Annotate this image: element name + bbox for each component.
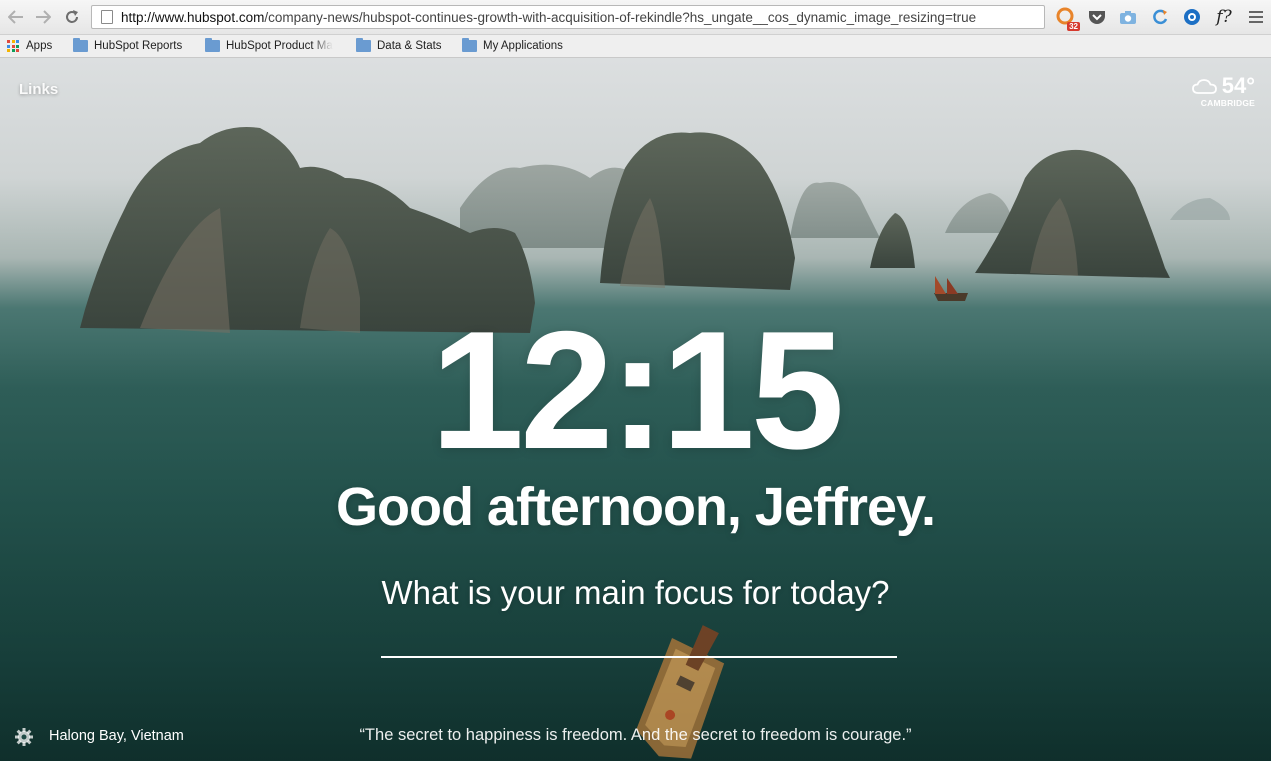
sync-button[interactable]	[1150, 7, 1170, 27]
hamburger-menu-icon	[1249, 11, 1263, 23]
page-icon	[101, 10, 113, 24]
browser-toolbar: http://www.hubspot.com/company-news/hubs…	[0, 0, 1271, 35]
bookmark-my-applications[interactable]: My Applications	[462, 38, 563, 54]
bookmark-label: Apps	[26, 40, 53, 52]
folder-icon	[356, 38, 371, 52]
daily-quote: “The secret to happiness is freedom. And…	[359, 726, 912, 744]
folder-icon	[462, 38, 477, 52]
apps-grid-icon	[7, 40, 19, 52]
bookmarks-bar: Apps HubSpot Reports HubSpot Product Ma …	[0, 35, 1271, 58]
function-extension-button[interactable]: f?	[1214, 7, 1234, 27]
globe-button[interactable]	[1182, 7, 1202, 27]
bookmark-label: HubSpot Product Ma	[226, 40, 333, 52]
focus-input[interactable]	[381, 618, 897, 658]
bookmark-label: My Applications	[483, 40, 563, 52]
weather-temperature: 54°	[1221, 73, 1255, 98]
bookmark-data-stats[interactable]: Data & Stats	[356, 38, 442, 54]
folder-icon	[205, 38, 220, 52]
extension-badge-count: 32	[1067, 22, 1080, 31]
folder-icon	[73, 38, 88, 52]
bookmark-label: HubSpot Reports	[94, 40, 183, 52]
sync-icon	[1153, 9, 1168, 25]
bookmark-hubspot-reports[interactable]: HubSpot Reports	[73, 38, 182, 54]
forward-button[interactable]	[33, 7, 53, 27]
clock-time: 12:15	[430, 296, 845, 484]
extension-badge-button[interactable]: 32	[1056, 7, 1080, 31]
camera-icon	[1120, 10, 1136, 24]
back-arrow-icon	[8, 10, 23, 24]
address-bar[interactable]: http://www.hubspot.com/company-news/hubs…	[91, 5, 1045, 29]
bookmark-hubspot-product[interactable]: HubSpot Product Ma	[205, 38, 339, 54]
reload-button[interactable]	[62, 7, 82, 27]
greeting-text: Good afternoon, Jeffrey.	[335, 477, 936, 537]
forward-arrow-icon	[36, 10, 51, 24]
partly-cloudy-icon	[1191, 79, 1217, 94]
function-extension-label: f?	[1216, 7, 1232, 27]
dashboard-background: Links 54° CAMBRIDGE 12:15 Good afternoon…	[0, 58, 1271, 761]
globe-icon	[1184, 9, 1200, 25]
url-text: http://www.hubspot.com/company-news/hubs…	[121, 9, 977, 25]
weather-widget[interactable]: 54° CAMBRIDGE	[1191, 73, 1255, 108]
menu-button[interactable]	[1246, 7, 1266, 27]
bookmark-label: Data & Stats	[377, 40, 442, 52]
weather-city: CAMBRIDGE	[1200, 98, 1255, 108]
pocket-button[interactable]	[1087, 7, 1107, 27]
focus-question: What is your main focus for today?	[381, 574, 890, 611]
bookmark-apps[interactable]: Apps	[7, 38, 52, 54]
reload-icon	[66, 10, 78, 23]
links-button[interactable]: Links	[19, 81, 58, 98]
pocket-icon	[1089, 11, 1105, 24]
back-button[interactable]	[6, 7, 26, 27]
camera-button[interactable]	[1118, 7, 1138, 27]
